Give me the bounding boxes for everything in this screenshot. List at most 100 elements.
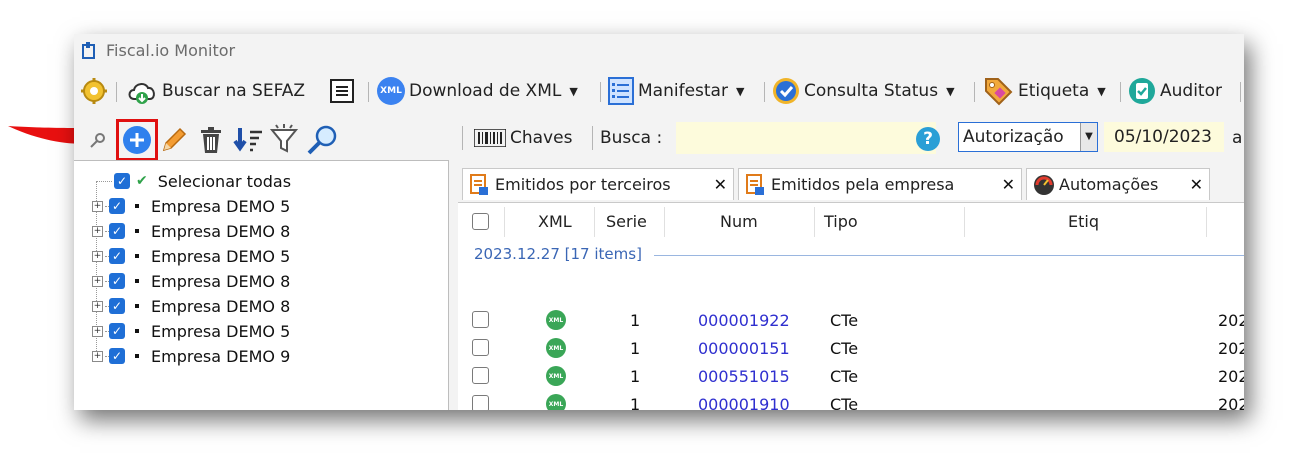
bullet-icon xyxy=(135,229,139,233)
etiqueta-dropdown-icon[interactable]: ▼ xyxy=(1097,85,1105,98)
column-header-xml[interactable]: XML xyxy=(538,203,572,239)
cell-num[interactable]: 000001922 xyxy=(698,311,790,330)
date-range-separator: a xyxy=(1232,128,1243,148)
tab-label: Automações xyxy=(1059,175,1159,194)
column-header-num[interactable]: Num xyxy=(720,203,758,239)
buscar-sefaz-button[interactable]: Buscar na SEFAZ xyxy=(126,75,305,107)
cell-num[interactable]: 000000151 xyxy=(698,339,790,358)
busca-input[interactable] xyxy=(676,122,936,154)
date-input[interactable]: 05/10/2023 xyxy=(1104,122,1224,152)
xml-file-icon[interactable]: XML xyxy=(546,394,566,410)
tree-item-company[interactable]: + ✓ Empresa DEMO 8 xyxy=(92,219,290,243)
expand-icon[interactable]: + xyxy=(92,225,103,237)
manifestar-button[interactable]: Manifestar ▼ xyxy=(608,75,744,107)
company-tree: ✓ ✔ Selecionar todas + ✓ Empresa DEMO 5 + ✓ E… xyxy=(74,160,449,410)
cell-serie: 1 xyxy=(630,367,641,386)
help-icon: ? xyxy=(923,129,933,149)
company-checkbox[interactable]: ✓ xyxy=(109,223,125,239)
gear-icon xyxy=(81,78,107,104)
table-row[interactable]: XML 1 000001910 CTe 202 xyxy=(458,391,1244,410)
help-button[interactable]: ? xyxy=(916,127,940,151)
bullet-icon xyxy=(135,204,139,208)
company-checkbox[interactable]: ✓ xyxy=(109,323,125,339)
company-checkbox[interactable]: ✓ xyxy=(109,298,125,314)
green-check-icon: ✔ xyxy=(136,173,148,189)
tree-item-company[interactable]: + ✓ Empresa DEMO 5 xyxy=(92,244,290,268)
row-checkbox[interactable] xyxy=(472,311,489,328)
cloud-download-icon xyxy=(128,83,155,104)
expand-icon[interactable]: + xyxy=(92,200,103,212)
tree-item-company[interactable]: + ✓ Empresa DEMO 9 xyxy=(92,344,290,368)
company-checkbox[interactable]: ✓ xyxy=(109,348,125,364)
header-select-all-checkbox[interactable] xyxy=(472,213,489,230)
settings-button[interactable] xyxy=(80,75,108,107)
table-row[interactable]: XML 1 000001922 CTe 202 xyxy=(458,307,1244,335)
tree-item-company[interactable]: + ✓ Empresa DEMO 5 xyxy=(92,319,290,343)
download-xml-label: Download de XML xyxy=(409,81,562,101)
cell-num[interactable]: 000001910 xyxy=(698,395,790,410)
group-header[interactable]: 2023.12.27 [17 items] xyxy=(474,243,1244,265)
etiqueta-button[interactable]: Etiqueta ▼ xyxy=(982,75,1106,107)
search-bar: Chaves Busca : ? Autorização ▼ 05/10/202… xyxy=(454,118,1244,158)
trash-icon[interactable] xyxy=(198,126,224,154)
expand-icon[interactable]: + xyxy=(92,350,103,362)
company-label: Empresa DEMO 8 xyxy=(151,221,291,241)
auditor-button[interactable]: Auditor xyxy=(1128,75,1222,107)
tree-item-company[interactable]: + ✓ Empresa DEMO 8 xyxy=(92,269,290,293)
document-orange-icon xyxy=(470,173,488,195)
tab-automacoes[interactable]: Automações ✕ xyxy=(1026,168,1210,200)
xml-file-icon[interactable]: XML xyxy=(546,338,566,358)
manifestar-dropdown-icon[interactable]: ▼ xyxy=(736,85,744,98)
row-checkbox[interactable] xyxy=(472,339,489,356)
app-logo-icon xyxy=(82,42,95,59)
search-magnifier-icon[interactable] xyxy=(306,124,338,156)
cell-tipo: CTe xyxy=(830,395,859,410)
tab-emitidos-terceiros[interactable]: Emitidos por terceiros ✕ xyxy=(462,168,734,200)
expand-icon[interactable]: + xyxy=(92,275,103,287)
bullet-icon xyxy=(135,354,139,358)
link-icon[interactable] xyxy=(88,132,106,150)
expand-icon[interactable]: + xyxy=(92,325,103,337)
column-header-tipo[interactable]: Tipo xyxy=(824,203,858,239)
tab-emitidos-empresa[interactable]: Emitidos pela empresa ✕ xyxy=(738,168,1022,200)
table-row[interactable]: XML 1 000551015 CTe 202 xyxy=(458,363,1244,391)
close-icon[interactable]: ✕ xyxy=(1002,175,1015,194)
cell-num[interactable]: 000551015 xyxy=(698,367,790,386)
row-checkbox[interactable] xyxy=(472,395,489,410)
close-icon[interactable]: ✕ xyxy=(1190,175,1203,194)
tree-item-company[interactable]: + ✓ Empresa DEMO 8 xyxy=(92,294,290,318)
expand-icon[interactable]: + xyxy=(92,300,103,312)
filter-funnel-icon[interactable] xyxy=(270,124,298,154)
consulta-status-button[interactable]: Consulta Status ▼ xyxy=(772,75,955,107)
company-checkbox[interactable]: ✓ xyxy=(109,198,125,214)
close-icon[interactable]: ✕ xyxy=(714,175,727,194)
column-header-serie[interactable]: Serie xyxy=(606,203,647,239)
chevron-down-icon[interactable]: ▼ xyxy=(1080,123,1097,151)
xml-file-icon[interactable]: XML xyxy=(546,310,566,330)
sort-descending-icon[interactable] xyxy=(232,126,264,154)
company-checkbox[interactable]: ✓ xyxy=(109,248,125,264)
edit-pencil-icon[interactable] xyxy=(160,126,188,154)
column-header-etiq[interactable]: Etiq xyxy=(1068,203,1099,239)
select-all-row[interactable]: ✓ ✔ Selecionar todas xyxy=(96,169,291,193)
download-xml-button[interactable]: XML Download de XML ▼ xyxy=(377,75,578,107)
status-check-icon xyxy=(773,78,799,104)
tree-item-company[interactable]: + ✓ Empresa DEMO 5 xyxy=(92,194,290,218)
company-checkbox[interactable]: ✓ xyxy=(109,273,125,289)
tab-label: Emitidos por terceiros xyxy=(495,175,671,194)
table-row[interactable]: XML 1 000000151 CTe 202 xyxy=(458,335,1244,363)
add-company-button[interactable] xyxy=(122,125,152,155)
tab-strip: Emitidos por terceiros ✕ Emitidos pela e… xyxy=(458,166,1244,202)
barcode-icon xyxy=(474,129,506,147)
download-xml-dropdown-icon[interactable]: ▼ xyxy=(569,85,577,98)
xml-file-icon[interactable]: XML xyxy=(546,366,566,386)
expand-icon[interactable]: + xyxy=(92,250,103,262)
filter-type-select[interactable]: Autorização ▼ xyxy=(958,122,1098,152)
row-checkbox[interactable] xyxy=(472,367,489,384)
consulta-status-dropdown-icon[interactable]: ▼ xyxy=(946,85,954,98)
cell-date: 202 xyxy=(1218,395,1244,410)
list-view-button[interactable] xyxy=(330,75,354,107)
document-orange-icon xyxy=(746,173,764,195)
chaves-button[interactable]: Chaves xyxy=(510,128,572,148)
select-all-checkbox[interactable]: ✓ xyxy=(114,173,130,189)
